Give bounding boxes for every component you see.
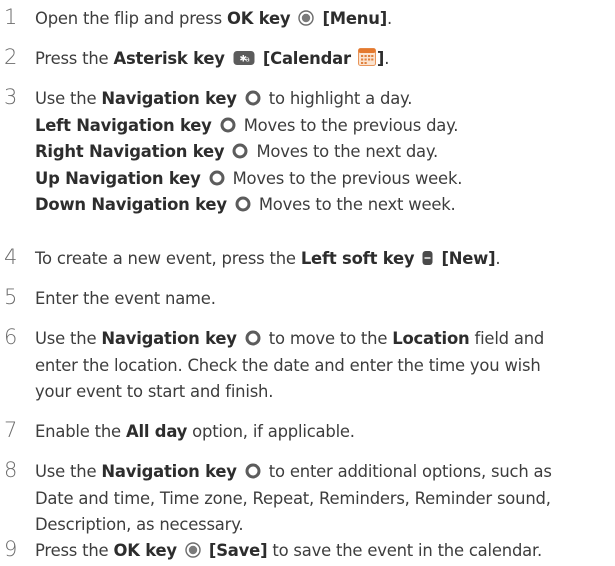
step-text: Open the flip and press: [35, 9, 227, 28]
key-name: Navigation key: [101, 329, 237, 348]
step-text-line-2: enter the location. Check the date and e…: [35, 355, 541, 375]
step-text-end: to enter additional options, such as: [263, 462, 552, 481]
step-number: 6: [4, 325, 18, 349]
calendar-label: [Calendar: [262, 49, 351, 68]
sub-item-text: Moves to the next day.: [256, 142, 439, 161]
step-text: To create a new event, press the: [35, 249, 301, 268]
step-text-end: to save the event in the calendar.: [267, 541, 543, 560]
sub-item-up: Up Navigation key Moves to the previous …: [35, 166, 615, 193]
step-text: Press the: [35, 49, 114, 68]
step-text: Enter the event name.: [35, 289, 216, 308]
key-name: Down Navigation key: [35, 195, 227, 214]
option-name: All day: [125, 422, 188, 441]
step-text: Enable the: [35, 422, 126, 441]
sub-item-text: Moves to the previous day.: [243, 115, 459, 135]
step-number: 4: [4, 245, 18, 269]
navigation-key-icon: [245, 90, 261, 106]
step-text: to move to the: [263, 329, 393, 348]
step-text: Use the: [35, 89, 102, 108]
sub-item-text: Moves to the previous week.: [232, 168, 463, 188]
field-name: Location: [392, 329, 470, 348]
step-text: Press the: [35, 541, 114, 560]
step-number: 5: [4, 285, 18, 309]
step-number: 1: [4, 5, 18, 29]
step-number: 9: [4, 537, 18, 561]
step-text-line-3: your event to start and finish.: [35, 382, 274, 401]
step-text-line-2: Date and time, Time zone, Repeat, Remind…: [35, 488, 551, 508]
key-name: OK key: [227, 9, 291, 28]
asterisk-key-icon: ✱ a: [233, 50, 255, 66]
left-soft-key-icon: [422, 250, 433, 266]
instruction-list: 1 Open the flip and press OK key [Menu].…: [0, 0, 615, 566]
step-text-end: .: [384, 49, 390, 68]
navigation-key-icon: [245, 463, 261, 479]
new-label: [New]: [441, 249, 496, 268]
step-text-end: option, if applicable.: [187, 422, 355, 441]
step-text: Use the: [35, 329, 102, 348]
sub-item-right: Right Navigation key Moves to the next d…: [35, 139, 615, 166]
step-number: 8: [4, 458, 18, 482]
calendar-app-icon: [357, 48, 376, 66]
key-name: Left Navigation key: [35, 115, 212, 135]
navigation-key-icon: [235, 196, 251, 212]
key-name: Navigation key: [101, 462, 237, 481]
step-text-end: .: [386, 9, 392, 28]
key-name: Asterisk key: [113, 49, 225, 68]
sub-item-left: Left Navigation key Moves to the previou…: [35, 113, 615, 140]
key-name: Navigation key: [101, 89, 237, 108]
navigation-key-icon: [209, 170, 225, 186]
sub-item-text: Moves to the next week.: [258, 195, 456, 214]
step-text-end: to highlight a day.: [263, 89, 413, 108]
step-number: 2: [4, 45, 18, 69]
step-text-end: .: [495, 249, 501, 268]
ok-key-icon: [185, 542, 201, 558]
step-text-end: field and: [469, 329, 545, 348]
step-number: 7: [4, 418, 18, 442]
step-text-line-3: Description, as necessary.: [35, 515, 244, 534]
key-name: Left soft key: [300, 249, 415, 268]
save-label: [Save]: [208, 541, 268, 560]
navigation-key-icon: [220, 117, 236, 133]
svg-text:a: a: [245, 56, 249, 64]
ok-key-icon: [298, 10, 315, 26]
step-number: 3: [4, 85, 18, 109]
key-name: Right Navigation key: [35, 142, 225, 161]
sub-item-down: Down Navigation key Moves to the next we…: [35, 192, 615, 219]
key-name: OK key: [113, 541, 177, 560]
navigation-key-icon: [245, 330, 261, 346]
menu-label: [Menu]: [322, 9, 387, 28]
key-name: Up Navigation key: [35, 168, 201, 188]
navigation-key-icon: [232, 143, 248, 159]
step-text: Use the: [35, 462, 102, 481]
